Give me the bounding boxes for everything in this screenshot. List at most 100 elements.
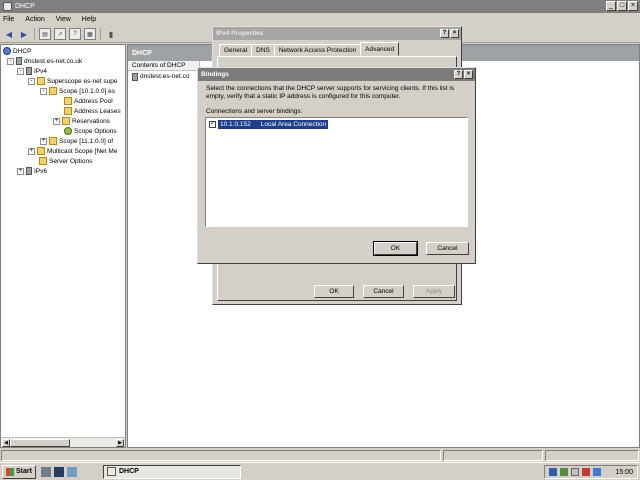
tab-network-access-protection[interactable]: Network Access Protection [273, 44, 362, 56]
column-header[interactable]: Contents of DHCP [128, 61, 200, 71]
connection-checkbox[interactable]: ✓ [209, 121, 216, 128]
collapse-icon[interactable]: - [7, 57, 14, 65]
menu-file[interactable]: File [3, 16, 14, 23]
dialog-title: Bindings [201, 71, 229, 78]
monitor-icon[interactable] [593, 468, 601, 476]
ipv4-properties-title-bar: IPv4 Properties [213, 27, 461, 40]
start-label: Start [16, 468, 32, 475]
network-icon[interactable] [560, 468, 568, 476]
collapse-icon[interactable]: - [17, 67, 24, 75]
scroll-right-icon[interactable]: ▶ [116, 439, 124, 447]
tree-item-server-options[interactable]: Server Options [39, 156, 92, 166]
collapse-icon[interactable]: - [40, 87, 47, 95]
tree-item-server[interactable]: - dnstest.es-net.co.uk [7, 56, 82, 66]
tree-item-address-pool[interactable]: Address Pool [64, 96, 113, 106]
server-manager-icon[interactable] [41, 466, 51, 477]
quick-launch [41, 466, 77, 477]
console-tree[interactable]: DHCP - dnstest.es-net.co.uk - IPv4 - Sup… [0, 44, 126, 448]
tree-item-multicast-scope[interactable]: + Multicast Scope [Net Me [28, 146, 117, 156]
toolbar-separator [100, 28, 101, 40]
expand-icon[interactable]: + [53, 117, 60, 125]
server-icon [16, 57, 22, 65]
language-icon[interactable] [549, 468, 557, 476]
bindings-dialog: Bindings ? × Select the connections that… [197, 67, 476, 264]
minimize-button[interactable]: _ [606, 1, 616, 11]
properties-icon[interactable]: ▦ [84, 28, 96, 40]
close-button[interactable]: × [464, 70, 473, 79]
windows-logo-icon [6, 467, 15, 476]
bindings-list[interactable]: ✓ 10.1.0.152 Local Area Connection [205, 117, 468, 227]
status-panel [545, 450, 639, 461]
start-button[interactable]: Start [2, 464, 36, 479]
forward-arrow-icon[interactable]: ▶ [18, 28, 30, 40]
tree-item-label: Reservations [72, 117, 110, 125]
dhcp-app-icon [3, 2, 12, 11]
export-icon[interactable]: ↗ [54, 28, 66, 40]
window-title: DHCP [15, 3, 35, 10]
tab-dns[interactable]: DNS [251, 44, 275, 56]
tree-item-ipv6[interactable]: + IPv6 [17, 166, 47, 176]
tree-item-scope-options[interactable]: Scope Options [64, 126, 117, 136]
collapse-icon[interactable]: - [28, 77, 35, 85]
list-item[interactable]: ✓ 10.1.0.152 Local Area Connection [209, 120, 329, 129]
expand-icon[interactable]: + [40, 137, 47, 145]
tree-item-label: Address Leases [74, 107, 121, 115]
tree-item-scope-10[interactable]: - Scope [10.1.0.0] es [40, 86, 115, 96]
tree-item-label: Superscope es-net supe [47, 77, 118, 85]
cancel-button[interactable]: Cancel [363, 285, 404, 298]
tab-advanced[interactable]: Advanced [360, 42, 400, 56]
tree-item-label: dnstest.es-net.co.uk [24, 57, 83, 65]
expand-icon[interactable]: + [17, 167, 24, 175]
menu-action[interactable]: Action [25, 16, 44, 23]
system-tray: 15:00 [544, 465, 638, 479]
explorer-icon[interactable] [67, 466, 77, 477]
server-icon [26, 167, 32, 175]
title-bar: DHCP _ □ × [0, 0, 640, 13]
scroll-left-icon[interactable]: ◀ [2, 439, 10, 447]
cancel-button[interactable]: Cancel [426, 242, 469, 255]
taskbar-task-dhcp[interactable]: DHCP [103, 464, 241, 479]
connection-selected[interactable]: 10.1.0.152 Local Area Connection [218, 120, 329, 129]
tree-item-reservations[interactable]: + Reservations [53, 116, 110, 126]
tree-item-scope-11[interactable]: + Scope [11.1.0.0] of [40, 136, 113, 146]
menu-view[interactable]: View [56, 16, 71, 23]
bindings-list-label: Connections and server bindings: [206, 108, 303, 115]
menu-bar: File Action View Help [0, 13, 640, 26]
clock[interactable]: 15:00 [615, 469, 633, 476]
status-panel [443, 450, 543, 461]
bindings-title-bar: Bindings [198, 68, 475, 81]
tree-item-label: Scope [10.1.0.0] es [59, 87, 116, 95]
ok-button[interactable]: OK [314, 285, 354, 298]
gear-icon [64, 127, 72, 135]
tree-item-label: Server Options [49, 157, 93, 165]
tree-item-ipv4[interactable]: - IPv4 [17, 66, 47, 76]
scrollbar-thumb[interactable] [10, 439, 70, 447]
connection-name: Local Area Connection [260, 121, 327, 128]
help-button[interactable]: ? [454, 70, 463, 79]
tree-item-superscope[interactable]: - Superscope es-net supe [28, 76, 117, 86]
powershell-icon[interactable] [54, 466, 64, 477]
menu-help[interactable]: Help [82, 16, 96, 23]
taskbar: Start DHCP 15:00 [0, 462, 640, 480]
tree-item-address-leases[interactable]: Address Leases [64, 106, 121, 116]
folder-icon [62, 117, 70, 125]
flag-icon[interactable] [582, 468, 590, 476]
tree-item-dhcp[interactable]: DHCP [3, 46, 31, 56]
apply-button[interactable]: Apply [413, 285, 455, 298]
maximize-button[interactable]: □ [617, 1, 627, 11]
back-arrow-icon[interactable]: ◀ [3, 28, 15, 40]
tab-general[interactable]: General [219, 44, 253, 56]
close-button[interactable]: × [450, 29, 459, 38]
ok-button[interactable]: OK [373, 241, 418, 256]
horizontal-scrollbar[interactable]: ◀ ▶ [1, 437, 125, 447]
expand-icon[interactable]: + [28, 147, 35, 155]
volume-icon[interactable] [571, 468, 579, 476]
help-button[interactable]: ? [440, 29, 449, 38]
tree-item-label: Multicast Scope [Net Me [47, 147, 118, 155]
close-button[interactable]: × [628, 1, 638, 11]
folder-icon [37, 77, 45, 85]
help-icon[interactable]: ? [69, 28, 81, 40]
dhcp-icon [107, 467, 116, 476]
show-tree-icon[interactable]: ▤ [39, 28, 51, 40]
server-icon[interactable]: ▮ [105, 28, 117, 40]
